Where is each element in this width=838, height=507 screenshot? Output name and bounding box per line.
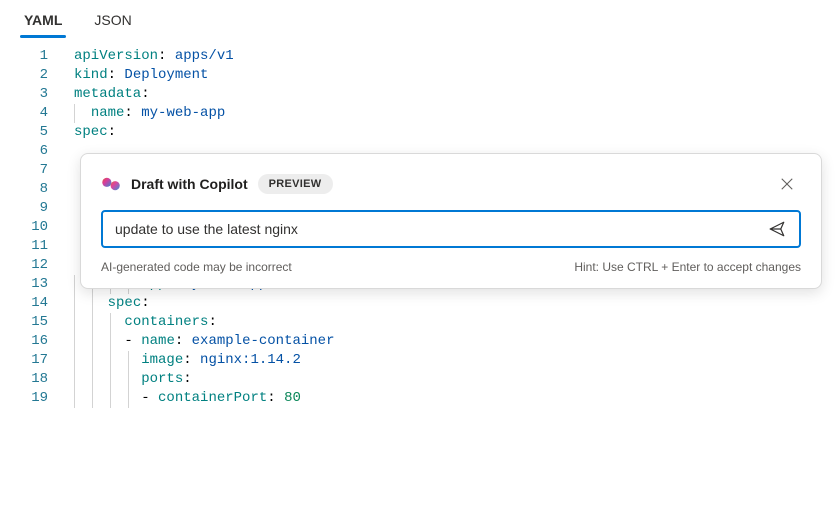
copilot-icon [101, 174, 121, 194]
code-content: - name: example-container [74, 332, 334, 351]
line-number: 14 [0, 294, 74, 313]
line-number: 17 [0, 351, 74, 370]
line-number: 1 [0, 47, 74, 66]
line-number: 11 [0, 237, 74, 256]
code-content: ports: [74, 370, 192, 389]
code-line[interactable]: 14 spec: [0, 294, 838, 313]
prompt-input-row [101, 210, 801, 248]
code-content: image: nginx:1.14.2 [74, 351, 301, 370]
send-button[interactable] [767, 219, 787, 239]
tab-json[interactable]: JSON [92, 8, 133, 36]
line-number: 3 [0, 85, 74, 104]
copilot-dialog: Draft with Copilot PREVIEW AI-generated … [80, 153, 822, 289]
line-number: 6 [0, 142, 74, 161]
code-content: name: my-web-app [74, 104, 225, 123]
preview-badge: PREVIEW [258, 174, 333, 194]
code-line[interactable]: 16 - name: example-container [0, 332, 838, 351]
dialog-footer: AI-generated code may be incorrect Hint:… [101, 260, 801, 274]
line-number: 19 [0, 389, 74, 408]
close-button[interactable] [773, 170, 801, 198]
code-line[interactable]: 19 - containerPort: 80 [0, 389, 838, 408]
code-content: metadata: [74, 85, 150, 104]
line-number: 13 [0, 275, 74, 294]
tab-bar: YAML JSON [0, 0, 838, 37]
line-number: 15 [0, 313, 74, 332]
code-content: - containerPort: 80 [74, 389, 301, 408]
code-content: kind: Deployment [74, 66, 208, 85]
line-number: 10 [0, 218, 74, 237]
code-line[interactable]: 1apiVersion: apps/v1 [0, 47, 838, 66]
code-content: spec: [74, 123, 116, 142]
ai-disclaimer: AI-generated code may be incorrect [101, 260, 292, 274]
code-line[interactable]: 3metadata: [0, 85, 838, 104]
line-number: 16 [0, 332, 74, 351]
prompt-input[interactable] [115, 221, 759, 237]
code-line[interactable]: 17 image: nginx:1.14.2 [0, 351, 838, 370]
code-line[interactable]: 2kind: Deployment [0, 66, 838, 85]
dialog-header: Draft with Copilot PREVIEW [101, 170, 801, 198]
hint-text: Hint: Use CTRL + Enter to accept changes [574, 260, 801, 274]
code-content: apiVersion: apps/v1 [74, 47, 234, 66]
line-number: 2 [0, 66, 74, 85]
tab-yaml[interactable]: YAML [22, 8, 64, 36]
line-number: 5 [0, 123, 74, 142]
line-number: 8 [0, 180, 74, 199]
line-number: 9 [0, 199, 74, 218]
line-number: 18 [0, 370, 74, 389]
code-line[interactable]: 4 name: my-web-app [0, 104, 838, 123]
code-content: containers: [74, 313, 217, 332]
code-line[interactable]: 18 ports: [0, 370, 838, 389]
line-number: 7 [0, 161, 74, 180]
line-number: 12 [0, 256, 74, 275]
code-content: spec: [74, 294, 150, 313]
code-line[interactable]: 5spec: [0, 123, 838, 142]
dialog-title: Draft with Copilot [131, 176, 248, 192]
line-number: 4 [0, 104, 74, 123]
code-line[interactable]: 15 containers: [0, 313, 838, 332]
